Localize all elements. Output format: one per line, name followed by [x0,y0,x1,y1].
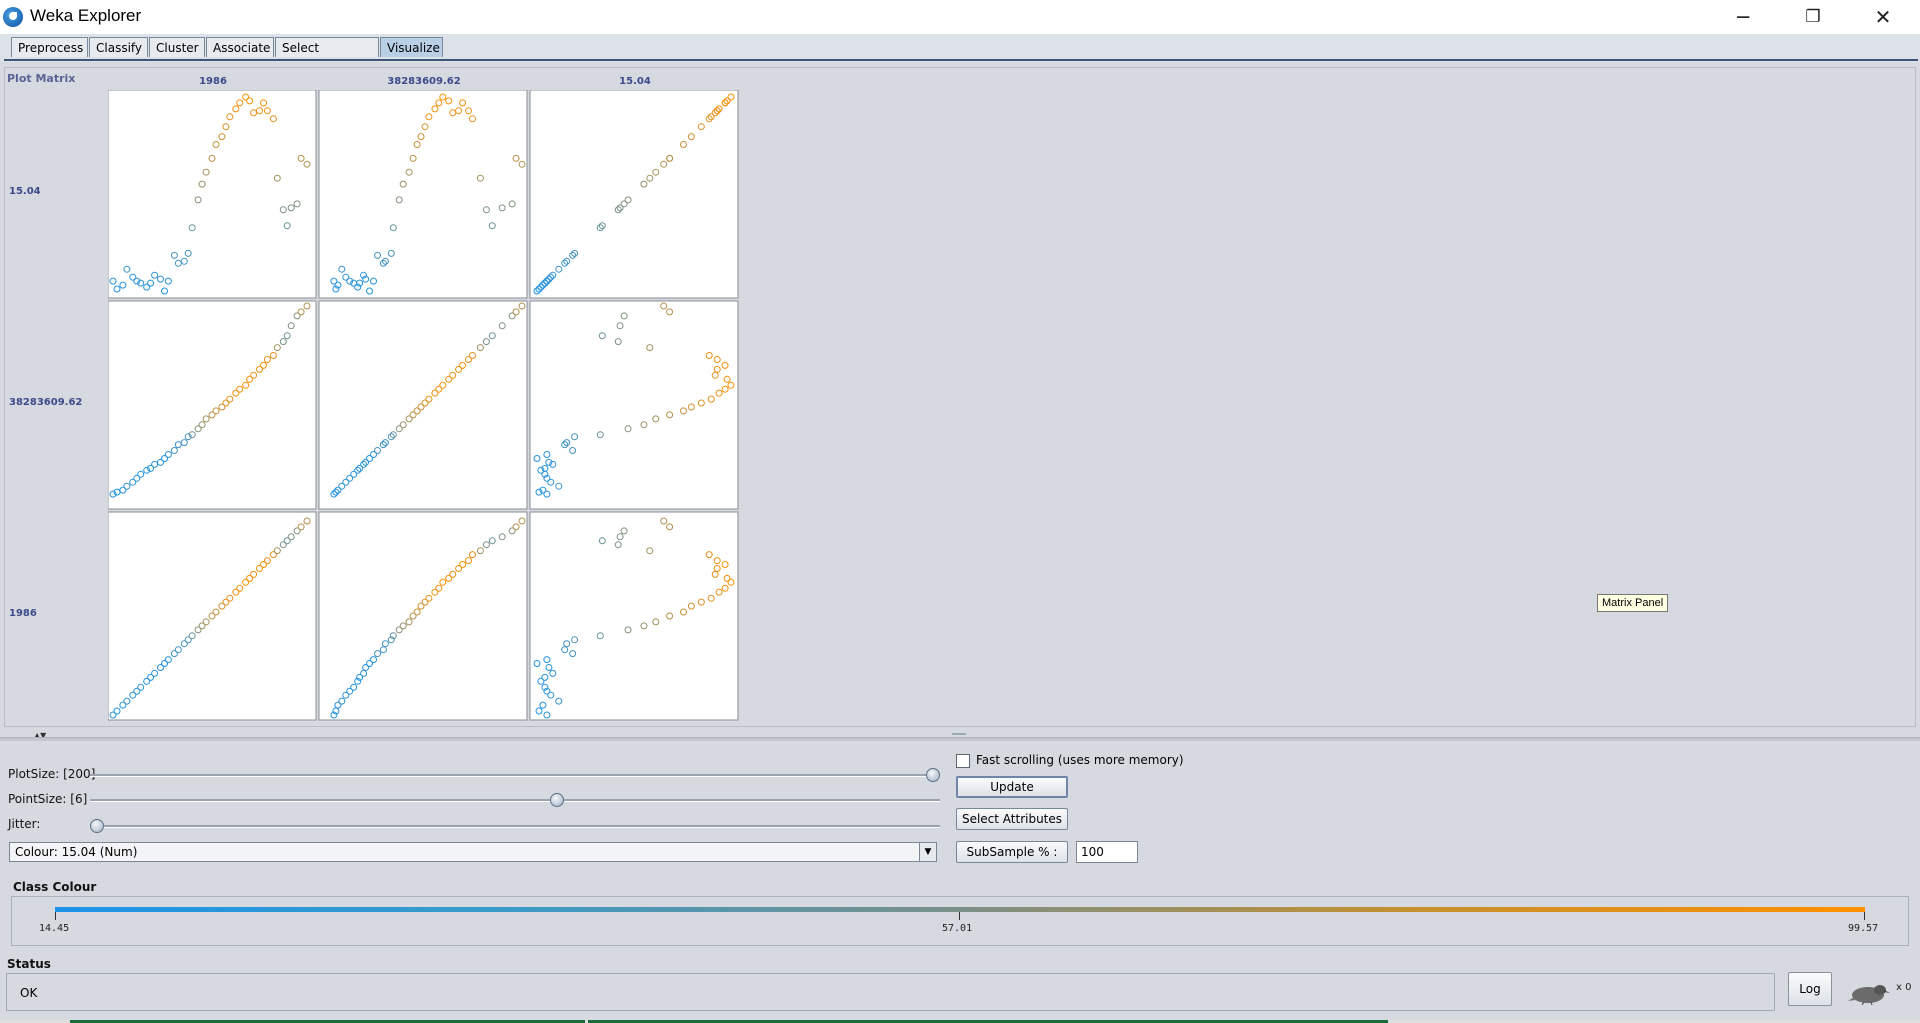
pointsize-slider[interactable] [90,799,940,802]
column-label-2: 38283609.62 [387,76,461,87]
select-attributes-button[interactable]: Select Attributes [956,808,1068,830]
minimize-button[interactable]: ─ [1714,0,1772,34]
weka-app-icon [3,7,23,27]
tab-underline [4,59,1918,61]
task-count: x 0 [1896,982,1912,993]
class-colour-gradient [55,907,1865,912]
gradient-max-label: 99.57 [1848,923,1879,934]
row-label-2: 38283609.62 [9,397,83,408]
pointsize-slider-knob[interactable] [549,793,564,807]
scatter-cell[interactable] [108,90,317,299]
fast-scrolling-label[interactable]: Fast scrolling (uses more memory) [976,753,1184,767]
fast-scrolling-checkbox[interactable] [956,754,970,768]
jitter-label: Jitter: [8,817,41,831]
restore-button[interactable]: ❐ [1784,0,1842,34]
log-button[interactable]: Log [1788,972,1832,1006]
tab-associate[interactable]: Associate [206,37,274,57]
matrix-panel-tooltip: Matrix Panel [1597,594,1669,612]
plotsize-slider-knob[interactable] [926,768,940,782]
gradient-min-label: 14.45 [39,923,70,934]
title-bar: Weka Explorer ─ ❐ ✕ [0,0,1920,34]
class-colour-panel [11,896,1909,946]
gradient-mid-label: 57.01 [942,923,973,934]
scatter-cell[interactable] [318,511,528,721]
gradient-tick-max [1864,912,1865,920]
scatter-cell[interactable] [108,300,317,510]
row-label-1: 15.04 [9,186,41,197]
column-label-1: 1986 [199,76,227,87]
close-button[interactable]: ✕ [1854,0,1912,34]
window-title: Weka Explorer [30,6,142,25]
split-pane-grip[interactable] [952,733,966,735]
tab-select-attributes[interactable]: Select attributes [275,37,379,75]
subsample-input[interactable]: 100 [1076,841,1138,863]
colour-attribute-select[interactable]: Colour: 15.04 (Num) ▼ [9,842,937,862]
jitter-slider-knob[interactable] [90,819,104,833]
status-panel [6,973,1775,1011]
tab-cluster[interactable]: Cluster [149,37,205,57]
tab-preprocess[interactable]: Preprocess [11,37,88,57]
scatter-cell[interactable] [529,300,739,510]
scatter-cell[interactable] [318,90,528,299]
pointsize-label: PointSize: [6] [8,792,88,806]
scatter-plot-matrix[interactable] [108,90,744,726]
scatter-cell[interactable] [529,511,739,721]
class-colour-title: Class Colour [13,880,97,894]
gradient-tick-min [55,912,56,920]
weka-bird-icon [1848,985,1890,1005]
row-label-3: 1986 [9,608,37,619]
tab-visualize[interactable]: Visualize [380,37,443,57]
subsample-button[interactable]: SubSample % : [956,841,1068,863]
split-pane-divider[interactable] [0,737,1920,741]
status-title: Status [7,957,51,971]
plot-matrix-title: Plot Matrix [7,72,76,85]
colour-attribute-value: Colour: 15.04 (Num) [15,845,138,859]
update-button[interactable]: Update [956,776,1068,798]
jitter-slider[interactable] [90,825,940,828]
tab-classify[interactable]: Classify [89,37,148,57]
gradient-tick-mid [959,912,960,920]
column-label-3: 15.04 [619,76,651,87]
plotsize-slider[interactable] [90,774,940,777]
plotsize-label: PlotSize: [200] [8,767,96,781]
dropdown-arrow-icon[interactable]: ▼ [919,843,936,861]
status-text: OK [20,986,38,1000]
